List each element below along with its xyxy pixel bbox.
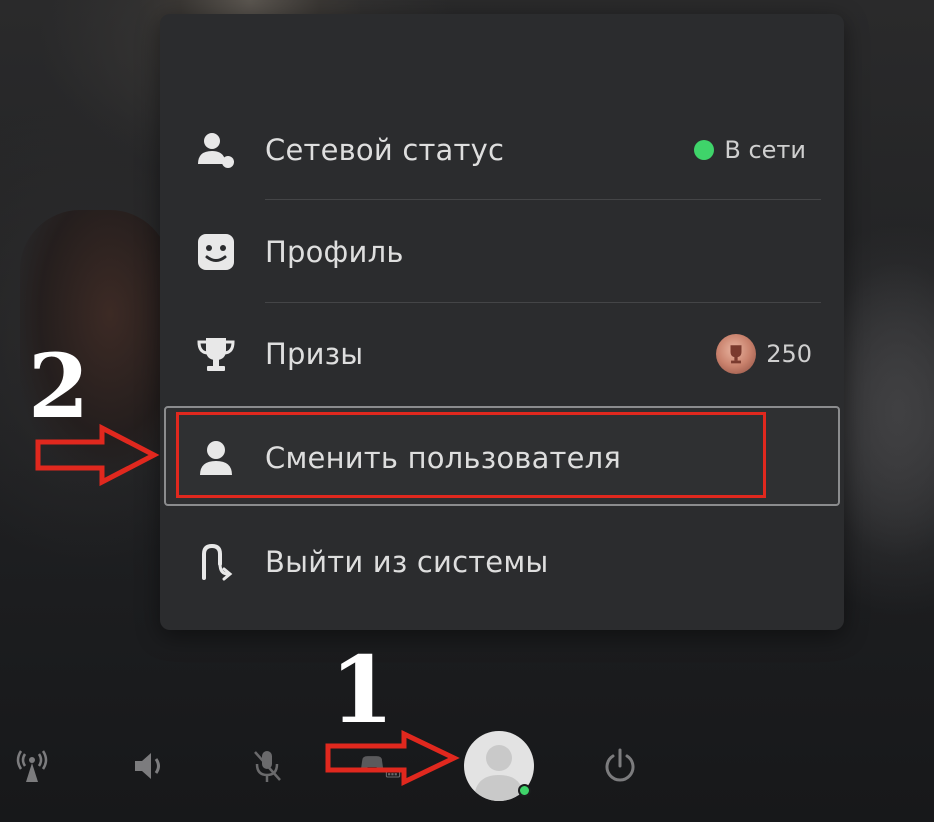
person-status-icon — [194, 128, 238, 172]
menu-item-trophies[interactable]: Призы 250 — [160, 306, 844, 402]
profile-menu: Сетевой статус В сети Профиль Призы 250 … — [160, 14, 844, 630]
trophy-icon — [194, 332, 238, 376]
divider — [265, 199, 821, 200]
menu-item-label: Профиль — [265, 235, 404, 269]
menu-item-switch-user[interactable]: Сменить пользователя — [160, 410, 844, 506]
online-status-text: В сети — [724, 136, 806, 164]
person-icon — [194, 436, 238, 480]
menu-item-label: Сетевой статус — [265, 133, 505, 167]
online-dot-icon — [694, 140, 715, 160]
menu-item-label: Призы — [265, 337, 364, 371]
smiley-icon — [194, 230, 238, 274]
online-status: В сети — [694, 136, 806, 164]
annotation-step-1: 1 — [330, 636, 395, 744]
trophy-level-badge-icon — [716, 334, 757, 374]
menu-item-log-out[interactable]: Выйти из системы — [160, 514, 844, 610]
power-icon[interactable] — [598, 744, 642, 788]
menu-item-profile[interactable]: Профиль — [160, 204, 844, 300]
logout-icon — [194, 540, 238, 584]
annotation-arrow-step-2 — [35, 423, 160, 487]
volume-icon[interactable] — [128, 744, 172, 788]
trophy-level: 250 — [716, 334, 812, 374]
menu-item-label: Сменить пользователя — [265, 441, 622, 475]
divider — [265, 302, 821, 303]
mic-muted-icon[interactable] — [245, 744, 289, 788]
annotation-arrow-step-1 — [325, 730, 460, 786]
menu-item-network-status[interactable]: Сетевой статус В сети — [160, 102, 844, 198]
remote-play-icon[interactable] — [10, 744, 54, 788]
trophy-count: 250 — [766, 340, 812, 368]
annotation-step-2: 2 — [28, 334, 90, 438]
avatar-online-status-icon — [518, 784, 531, 797]
menu-item-label: Выйти из системы — [265, 545, 549, 579]
